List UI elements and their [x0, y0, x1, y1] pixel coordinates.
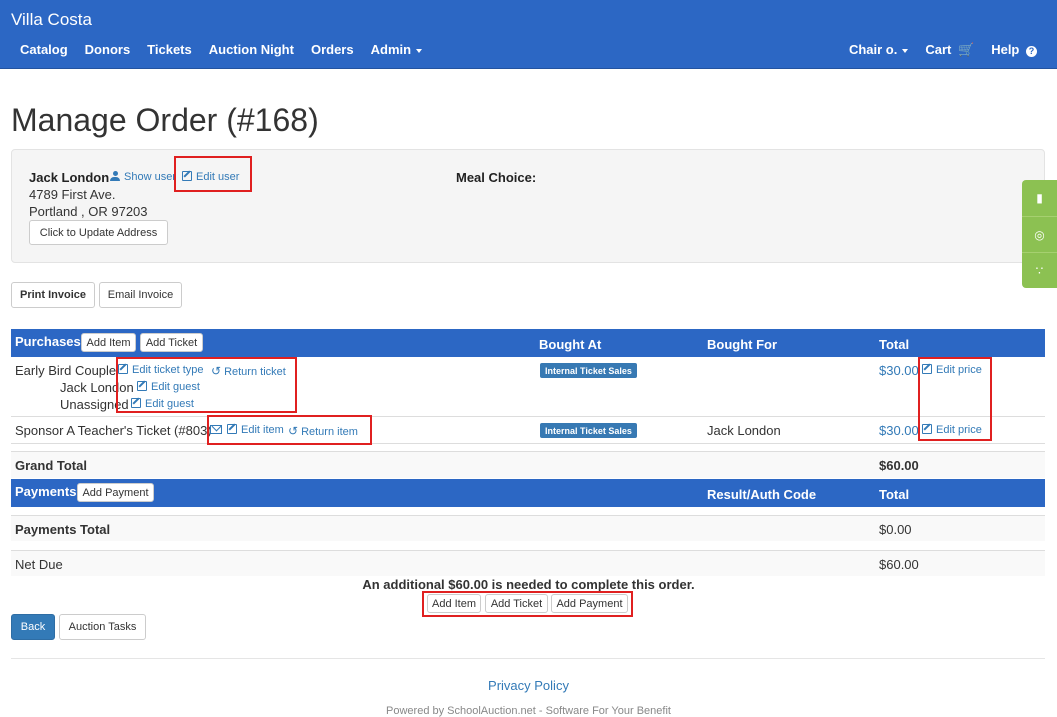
row-divider: [11, 416, 1045, 417]
nav-tickets[interactable]: Tickets: [147, 42, 192, 57]
highlight-box: [918, 357, 992, 441]
nav-right: Chair o. Cart 🛒 Help ?: [832, 42, 1037, 58]
row-divider: [11, 451, 1045, 452]
nav-cart-label: Cart: [925, 42, 952, 57]
auction-tasks-button[interactable]: Auction Tasks: [59, 614, 146, 640]
show-user-label: Show user: [124, 171, 176, 183]
nav-admin-label: Admin: [370, 42, 412, 57]
purchases-title: Purchases: [15, 334, 81, 349]
address-line-2: Portland , OR 97203: [29, 204, 148, 219]
brand[interactable]: Villa Costa: [11, 10, 92, 30]
powered-by: Powered by SchoolAuction.net - Software …: [386, 705, 671, 717]
net-due-label: Net Due: [15, 557, 63, 572]
customer-name: Jack London: [29, 170, 110, 185]
cart-icon: 🛒: [958, 42, 975, 57]
nav-chair[interactable]: Chair o.: [848, 42, 909, 58]
col-total: Total: [879, 487, 910, 502]
highlight-box: [422, 591, 633, 617]
nav-cart[interactable]: Cart 🛒: [925, 42, 974, 58]
row-divider: [11, 443, 1045, 444]
book-icon[interactable]: ▮: [1022, 180, 1057, 216]
highlight-box: [174, 156, 252, 192]
update-address-button[interactable]: Click to Update Address: [29, 220, 168, 245]
chevron-down-icon: [416, 48, 423, 53]
payments-title: Payments: [15, 484, 77, 499]
question-circle-icon: ?: [1026, 45, 1037, 57]
nav-catalog[interactable]: Catalog: [20, 42, 68, 57]
item-price[interactable]: $30.00: [879, 363, 919, 378]
add-payment-button[interactable]: Add Payment: [77, 483, 154, 502]
row-divider: [11, 515, 1045, 516]
grand-total-value: $60.00: [879, 458, 919, 473]
side-tabs: ▮ ◎ ∵: [1022, 180, 1057, 288]
grand-total-label: Grand Total: [15, 458, 87, 473]
bought-for: Jack London: [707, 423, 781, 438]
col-result-auth: Result/Auth Code: [707, 487, 817, 502]
nav-left: Catalog Donors Tickets Auction Night Ord…: [20, 42, 439, 57]
show-user-link[interactable]: Show user: [110, 171, 176, 183]
customer-panel: Jack London Show user Edit user 4789 Fir…: [11, 149, 1045, 263]
meal-choice-label: Meal Choice:: [456, 170, 537, 185]
user-icon: [110, 171, 120, 181]
email-invoice-button[interactable]: Email Invoice: [99, 282, 182, 308]
nav-orders[interactable]: Orders: [311, 42, 354, 57]
col-bought-at: Bought At: [539, 337, 602, 352]
balance-notice: An additional $60.00 is needed to comple…: [362, 577, 695, 592]
nav-auction-night[interactable]: Auction Night: [209, 42, 294, 57]
item-price[interactable]: $30.00: [879, 423, 919, 438]
payments-total-value: $0.00: [879, 522, 912, 537]
nav-help[interactable]: Help ?: [991, 42, 1037, 58]
add-item-button[interactable]: Add Item: [81, 333, 136, 352]
col-bought-for: Bought For: [707, 337, 778, 352]
add-ticket-button[interactable]: Add Ticket: [140, 333, 203, 352]
address-line-1: 4789 First Ave.: [29, 187, 116, 202]
footer-divider: [11, 658, 1045, 659]
net-due-value: $60.00: [879, 557, 919, 572]
nav-donors[interactable]: Donors: [85, 42, 131, 57]
nav-help-label: Help: [991, 42, 1020, 57]
page-title: Manage Order (#168): [11, 102, 319, 138]
bought-at-badge: Internal Ticket Sales: [540, 363, 637, 378]
payments-header: Payments Add Payment Result/Auth Code To…: [11, 479, 1045, 507]
life-ring-icon[interactable]: ◎: [1022, 216, 1057, 252]
print-invoice-button[interactable]: Print Invoice: [11, 282, 95, 308]
bought-at-badge: Internal Ticket Sales: [540, 423, 637, 438]
col-total: Total: [879, 337, 910, 352]
payments-total-label: Payments Total: [15, 522, 111, 537]
item-name: Early Bird Couple: [15, 363, 117, 378]
purchases-header: Purchases Add Item Add Ticket Bought At …: [11, 329, 1045, 357]
nav-chair-label: Chair o.: [848, 42, 898, 57]
back-button[interactable]: Back: [11, 614, 55, 640]
rss-icon[interactable]: ∵: [1022, 252, 1057, 288]
privacy-policy-link[interactable]: Privacy Policy: [0, 678, 1057, 693]
item-name: Sponsor A Teacher's Ticket (#803): [15, 423, 212, 438]
highlight-box: [116, 357, 297, 413]
nav-admin[interactable]: Admin: [370, 42, 423, 57]
highlight-box: [207, 415, 372, 445]
chevron-down-icon: [902, 48, 909, 53]
navbar: Villa Costa Catalog Donors Tickets Aucti…: [0, 0, 1057, 69]
